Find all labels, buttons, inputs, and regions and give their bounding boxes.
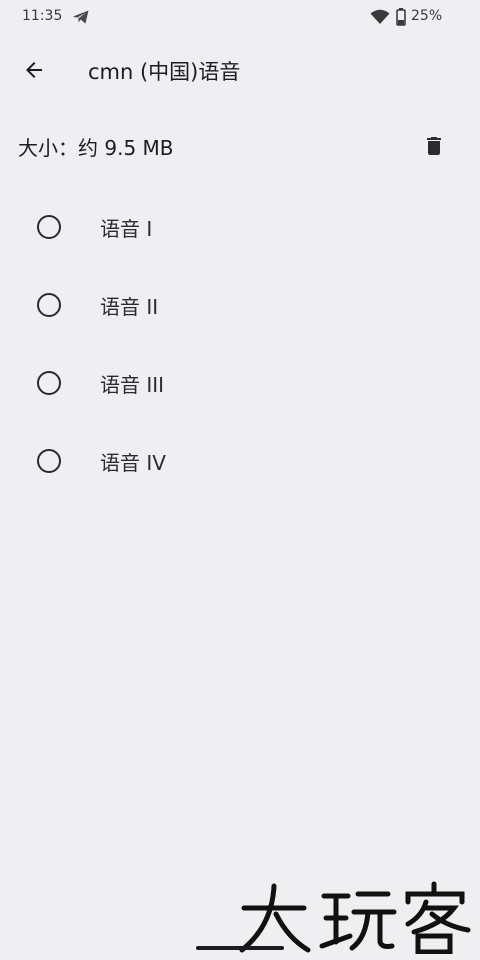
wifi-icon	[370, 9, 390, 24]
size-label: 大小：约 9.5 MB	[18, 136, 174, 160]
voice-label: 语音 II	[100, 295, 159, 319]
voice-option-2[interactable]: 语音 II	[0, 266, 480, 344]
radio-button[interactable]	[37, 449, 61, 473]
radio-button[interactable]	[37, 293, 61, 317]
voice-option-1[interactable]: 语音 I	[0, 188, 480, 266]
status-time: 11:35	[22, 8, 63, 24]
status-bar: 11:35 25%	[0, 0, 480, 34]
back-button[interactable]	[14, 50, 54, 90]
voice-label: 语音 III	[100, 373, 165, 397]
voice-list: 语音 I 语音 II 语音 III 语音 IV	[0, 188, 480, 500]
arrow-back-icon	[26, 62, 42, 78]
home-indicator[interactable]	[196, 946, 284, 950]
radio-button[interactable]	[37, 371, 61, 395]
telegram-icon	[73, 10, 89, 24]
watermark-logo	[239, 881, 471, 954]
battery-icon	[396, 8, 406, 26]
page-title: cmn (中国)语音	[88, 60, 241, 84]
voice-label: 语音 IV	[100, 451, 166, 475]
radio-button[interactable]	[37, 215, 61, 239]
voice-option-3[interactable]: 语音 III	[0, 344, 480, 422]
delete-button[interactable]	[414, 126, 454, 166]
trash-icon	[427, 137, 441, 155]
app-bar: cmn (中国)语音	[0, 40, 480, 98]
voice-option-4[interactable]: 语音 IV	[0, 422, 480, 500]
size-row: 大小：约 9.5 MB	[0, 120, 480, 170]
battery-percent: 25%	[411, 8, 443, 24]
voice-label: 语音 I	[100, 217, 153, 241]
